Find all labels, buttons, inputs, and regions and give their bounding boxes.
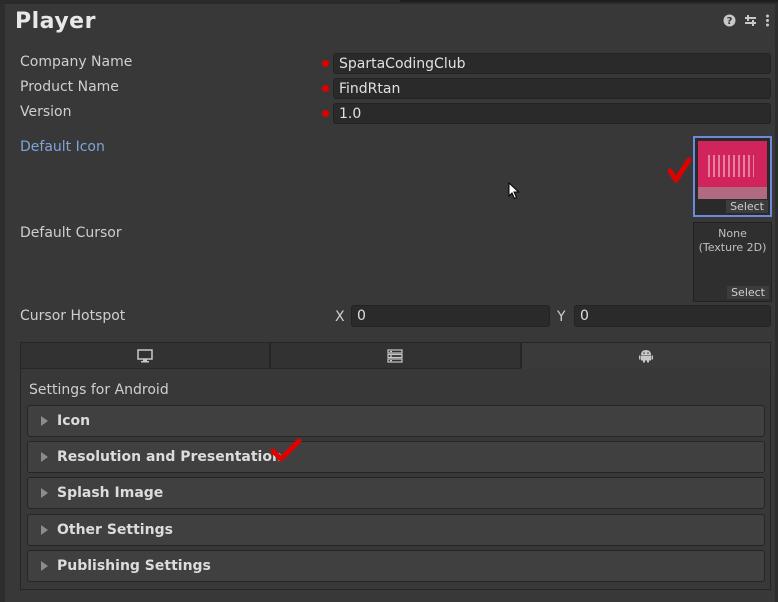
tab-standalone[interactable] <box>20 342 271 369</box>
left-edge <box>0 4 5 602</box>
default-icon-label[interactable]: Default Icon <box>20 139 105 155</box>
expand-arrow-icon <box>41 561 48 571</box>
icon-select-button[interactable]: Select <box>726 200 768 213</box>
default-cursor-label: Default Cursor <box>20 225 122 241</box>
default-cursor-slot[interactable]: None (Texture 2D) Select <box>693 222 772 302</box>
mouse-pointer-icon <box>508 182 520 200</box>
hotspot-y-field[interactable]: 0 <box>574 305 771 327</box>
monitor-icon <box>137 348 153 362</box>
svg-text:?: ? <box>727 16 733 27</box>
company-name-label: Company Name <box>20 54 133 70</box>
default-icon-slot[interactable]: Select <box>693 136 772 217</box>
version-field[interactable]: 1.0 <box>333 103 771 124</box>
more-options-icon[interactable] <box>765 14 770 27</box>
hotspot-x-label: X <box>335 309 345 325</box>
cursor-select-button[interactable]: Select <box>727 286 769 299</box>
expand-arrow-icon <box>41 452 48 462</box>
version-label: Version <box>20 104 72 120</box>
cursor-none-text: None <box>718 227 747 240</box>
app-icon-thumbnail <box>698 141 767 199</box>
section-publishing-settings[interactable]: Publishing Settings <box>27 550 765 582</box>
annotation-dot <box>322 110 329 117</box>
cursor-type-text: (Texture 2D) <box>698 241 767 254</box>
header-icons: ? <box>723 14 770 27</box>
expand-arrow-icon <box>41 416 48 426</box>
settings-for-title: Settings for Android <box>29 382 169 398</box>
red-check-icon <box>668 157 692 183</box>
annotation-dot <box>322 60 329 67</box>
presets-icon[interactable] <box>744 14 757 27</box>
product-name-field[interactable]: FindRtan <box>333 78 771 99</box>
server-icon <box>387 348 404 363</box>
expand-arrow-icon <box>41 525 48 535</box>
tab-android[interactable] <box>520 342 771 369</box>
expand-arrow-icon <box>41 488 48 498</box>
product-name-label: Product Name <box>20 79 119 95</box>
section-other-settings[interactable]: Other Settings <box>27 514 765 546</box>
help-icon[interactable]: ? <box>723 14 736 27</box>
platform-tabs <box>20 342 771 369</box>
annotation-dot <box>322 85 329 92</box>
top-strip <box>0 0 778 4</box>
section-splash-image[interactable]: Splash Image <box>27 477 765 509</box>
android-icon <box>638 350 653 363</box>
hotspot-y-label: Y <box>557 309 566 325</box>
red-check-icon <box>270 438 302 462</box>
company-name-field[interactable]: SpartaCodingClub <box>333 53 771 74</box>
hotspot-x-field[interactable]: 0 <box>351 305 550 327</box>
cursor-hotspot-label: Cursor Hotspot <box>20 308 126 324</box>
section-icon[interactable]: Icon <box>27 405 765 437</box>
page-title: Player <box>15 9 96 34</box>
tab-dedicated-server[interactable] <box>270 342 521 369</box>
section-resolution-and-presentation[interactable]: Resolution and Presentation <box>27 441 765 473</box>
